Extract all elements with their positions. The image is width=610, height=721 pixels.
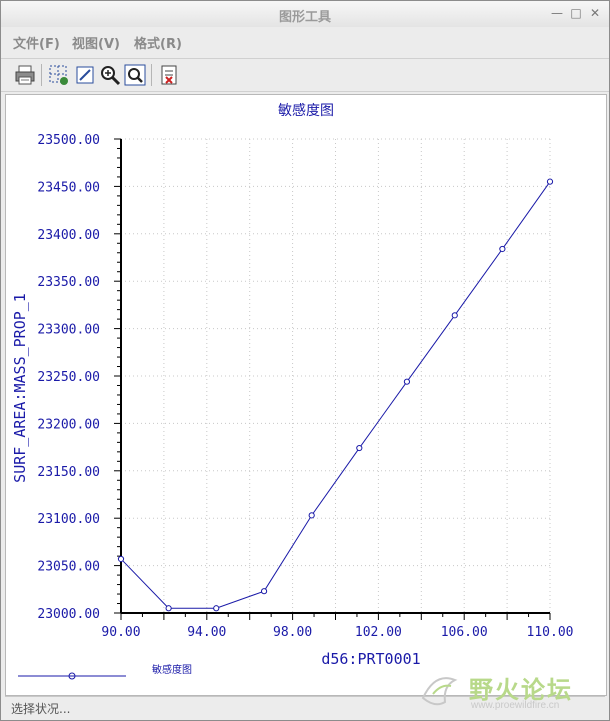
y-tick-label: 23350.00 [37, 275, 100, 290]
x-tick-label: 106.00 [441, 625, 488, 640]
x-tick-label: 102.00 [355, 625, 402, 640]
data-point [308, 512, 315, 519]
minimize-icon[interactable]: — [549, 5, 565, 21]
y-tick-label: 23000.00 [37, 607, 100, 622]
data-point [403, 378, 411, 385]
y-tick-label: 23300.00 [37, 323, 100, 338]
zoom-in-icon[interactable] [98, 63, 122, 87]
watermark-logo-icon [421, 677, 458, 706]
y-tick-label: 23500.00 [37, 133, 100, 148]
edit-icon[interactable] [73, 63, 97, 87]
data-point [451, 312, 458, 319]
menu-bar: 文件(F) 视图(V) 格式(R) [1, 29, 609, 53]
menu-format[interactable]: 格式(R) [134, 33, 182, 52]
title-bar[interactable]: 图形工具 — □ ✕ [1, 1, 609, 27]
series-line [120, 181, 551, 609]
tick-labels: 23500.00 23450.00 23400.00 23350.00 23300.00… [37, 133, 573, 640]
y-tick-label: 23050.00 [37, 560, 100, 575]
data-point [260, 588, 268, 595]
toolbar [1, 58, 609, 92]
y-tick-label: 23400.00 [37, 228, 100, 243]
grid-icon[interactable] [47, 63, 71, 87]
y-tick-label: 23450.00 [37, 180, 100, 195]
watermark-url: www.proewildfire.cn [471, 700, 560, 711]
zoom-fit-icon[interactable] [123, 63, 147, 87]
x-tick-label: 98.00 [273, 625, 312, 640]
data-point [165, 605, 172, 612]
x-axis-label: d56:PRT0001 [321, 650, 420, 668]
chart-title: 敏感度图 [278, 102, 334, 119]
menu-view[interactable]: 视图(V) [72, 33, 120, 52]
data-point [356, 444, 363, 452]
data-point [499, 245, 506, 253]
data-point [213, 605, 220, 612]
status-text: 选择状况... [11, 702, 71, 716]
data-point [117, 555, 125, 563]
data-point [546, 178, 554, 185]
export-icon[interactable] [157, 63, 181, 87]
graph-tool-window: 图形工具 — □ ✕ 文件(F) 视图(V) 格式(R) 23500.00 23… [0, 0, 610, 721]
plot-area[interactable]: 23500.00 23450.00 23400.00 23350.00 23300.00… [5, 94, 607, 696]
y-tick-label: 23150.00 [37, 465, 100, 480]
x-tick-label: 94.00 [187, 625, 226, 640]
toolbar-separator [151, 64, 152, 86]
window-title: 图形工具 [278, 10, 331, 25]
axes [114, 138, 551, 620]
toolbar-separator [41, 64, 42, 86]
sensitivity-chart: 23500.00 23450.00 23400.00 23350.00 23300.00… [11, 102, 573, 680]
y-axis-label: SURF_AREA:MASS_PROP_1 [11, 293, 29, 483]
legend: 敏感度图 [18, 663, 192, 680]
close-icon[interactable]: ✕ [587, 5, 603, 21]
x-tick-label: 90.00 [101, 625, 140, 640]
y-tick-label: 23100.00 [37, 512, 100, 527]
maximize-icon[interactable]: □ [568, 5, 584, 21]
legend-label: 敏感度图 [152, 663, 192, 676]
print-icon[interactable] [13, 63, 37, 87]
grid [121, 138, 551, 613]
forum-watermark: 野火论坛 www.proewildfire.cn [409, 666, 599, 716]
x-tick-label: 110.00 [527, 625, 574, 640]
menu-file[interactable]: 文件(F) [13, 33, 60, 52]
y-tick-label: 23250.00 [37, 370, 100, 385]
y-tick-label: 23200.00 [37, 417, 100, 432]
